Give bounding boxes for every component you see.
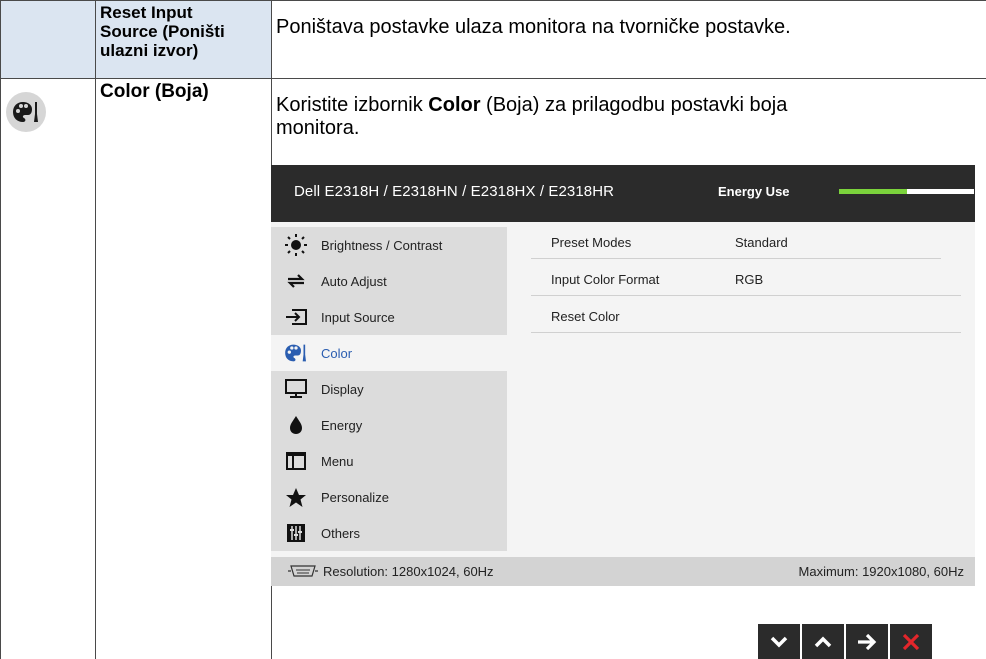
osd-header: Dell E2318H / E2318HN / E2318HX / E2318H… xyxy=(271,165,975,222)
row1-shade-left xyxy=(1,0,95,78)
menu-item-label: Others xyxy=(321,525,361,541)
up-arrow-icon xyxy=(814,636,832,647)
setting-value: Standard xyxy=(735,235,788,250)
table-line xyxy=(271,0,272,165)
manual-page: Reset Input Source (Poništi ulazni izvor… xyxy=(0,0,986,659)
setting-label: Input Color Format xyxy=(551,272,660,287)
setting-divider xyxy=(531,332,961,333)
menu-item-label: Menu xyxy=(321,453,354,469)
nav-exit-button[interactable] xyxy=(890,624,932,659)
others-icon xyxy=(271,524,321,542)
osd-body: Brightness / Contrast Auto Adjust Input … xyxy=(271,222,975,557)
setting-label: Preset Modes xyxy=(551,235,632,250)
osd-footer: Resolution: 1280x1024, 60Hz Maximum: 192… xyxy=(271,557,975,586)
menu-icon xyxy=(271,451,321,471)
menu-item-display[interactable]: Display xyxy=(271,371,507,407)
row1-description: Poništava postavke ulaza monitora na tvo… xyxy=(276,16,791,38)
osd-menu: Dell E2318H / E2318HN / E2318HX / E2318H… xyxy=(271,165,975,586)
color-palette-icon xyxy=(271,343,321,363)
table-line xyxy=(271,586,272,659)
setting-preset-modes[interactable]: Preset Modes Standard xyxy=(507,222,975,259)
setting-label: Reset Color xyxy=(551,309,620,324)
menu-item-label: Personalize xyxy=(321,489,389,505)
row2-term: Color (Boja) xyxy=(100,81,209,102)
menu-item-others[interactable]: Others xyxy=(271,515,507,551)
row1-term: Reset Input Source (Poništi ulazni izvor… xyxy=(100,3,225,60)
display-icon xyxy=(271,379,321,399)
vga-connector-icon xyxy=(288,564,318,583)
menu-item-personalize[interactable]: Personalize xyxy=(271,479,507,515)
down-arrow-icon xyxy=(770,636,788,647)
energy-use-bar xyxy=(839,189,974,194)
menu-item-label: Auto Adjust xyxy=(321,273,387,289)
menu-item-auto-adjust[interactable]: Auto Adjust xyxy=(271,263,507,299)
nav-up-button[interactable] xyxy=(802,624,844,659)
brightness-icon xyxy=(271,234,321,256)
close-icon xyxy=(902,633,920,650)
osd-main-menu: Brightness / Contrast Auto Adjust Input … xyxy=(271,227,507,551)
maximum-resolution: Maximum: 1920x1080, 60Hz xyxy=(798,564,964,579)
energy-use-fill xyxy=(839,189,907,194)
menu-item-label: Brightness / Contrast xyxy=(321,237,443,253)
menu-item-input-source[interactable]: Input Source xyxy=(271,299,507,335)
menu-item-brightness-contrast[interactable]: Brightness / Contrast xyxy=(271,227,507,263)
auto-adjust-icon xyxy=(271,272,321,290)
setting-input-color-format[interactable]: Input Color Format RGB xyxy=(507,259,975,296)
table-line xyxy=(95,0,96,659)
star-icon xyxy=(271,487,321,508)
input-source-icon xyxy=(271,308,321,326)
row2-description: Koristite izbornik Color (Boja) za prila… xyxy=(276,94,788,139)
table-line xyxy=(0,0,986,1)
energy-icon xyxy=(271,415,321,435)
setting-value: RGB xyxy=(735,272,764,287)
osd-model-title: Dell E2318H / E2318HN / E2318HX / E2318H… xyxy=(294,183,615,200)
setting-reset-color[interactable]: Reset Color xyxy=(507,296,975,333)
energy-use-label: Energy Use xyxy=(718,184,790,199)
table-line xyxy=(0,78,986,79)
menu-item-label: Energy xyxy=(321,417,363,433)
menu-item-label: Input Source xyxy=(321,309,395,325)
menu-item-energy[interactable]: Energy xyxy=(271,407,507,443)
menu-item-label: Display xyxy=(321,381,364,397)
menu-item-menu[interactable]: Menu xyxy=(271,443,507,479)
color-palette-icon xyxy=(6,92,46,132)
nav-down-button[interactable] xyxy=(758,624,800,659)
right-arrow-icon xyxy=(858,633,877,650)
osd-color-settings: Preset Modes Standard Input Color Format… xyxy=(507,222,975,333)
table-line xyxy=(0,0,1,659)
menu-item-label: Color xyxy=(321,345,353,361)
nav-enter-button[interactable] xyxy=(846,624,888,659)
menu-item-color[interactable]: Color xyxy=(271,335,507,371)
current-resolution: Resolution: 1280x1024, 60Hz xyxy=(323,564,494,579)
